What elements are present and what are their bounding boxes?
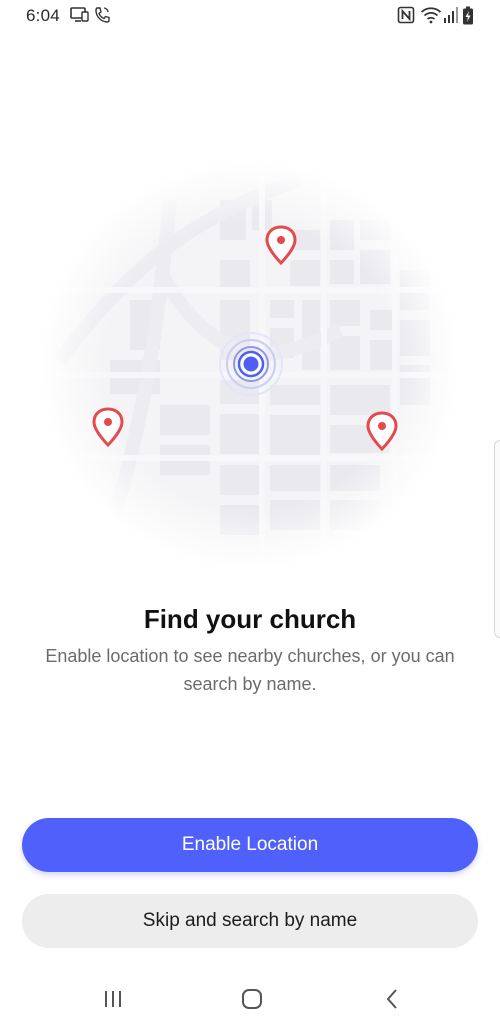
map-pin-icon [265, 225, 297, 265]
map-pin-icon [92, 407, 124, 447]
status-bar: 6:04 [0, 0, 500, 32]
skip-search-button[interactable]: Skip and search by name [22, 894, 478, 948]
system-nav-bar [0, 970, 500, 1027]
nfc-icon [397, 6, 415, 29]
battery-charging-icon [462, 6, 474, 30]
wifi-icon [420, 6, 442, 29]
current-location-icon [219, 332, 283, 396]
enable-location-label: Enable Location [181, 834, 319, 855]
map-illustration [40, 160, 460, 572]
home-icon [242, 989, 262, 1009]
back-button[interactable] [372, 984, 412, 1014]
screen-mirror-icon [70, 6, 90, 29]
phone-call-icon [94, 6, 110, 29]
map-pin-icon [366, 411, 398, 451]
back-icon [386, 989, 397, 1009]
signal-icon [443, 6, 459, 29]
status-time: 6:04 [26, 6, 60, 25]
page-title: Find your church [143, 604, 357, 634]
skip-search-label: Skip and search by name [142, 910, 358, 931]
recent-apps-icon [105, 991, 121, 1007]
onboarding-screen: 6:04 Find your church Enable location to… [0, 0, 500, 1027]
page-subtitle: Enable location to see nearby churches, … [45, 646, 455, 694]
recent-apps-button[interactable] [93, 984, 133, 1014]
enable-location-button[interactable]: Enable Location [22, 818, 478, 872]
home-button[interactable] [232, 984, 272, 1014]
